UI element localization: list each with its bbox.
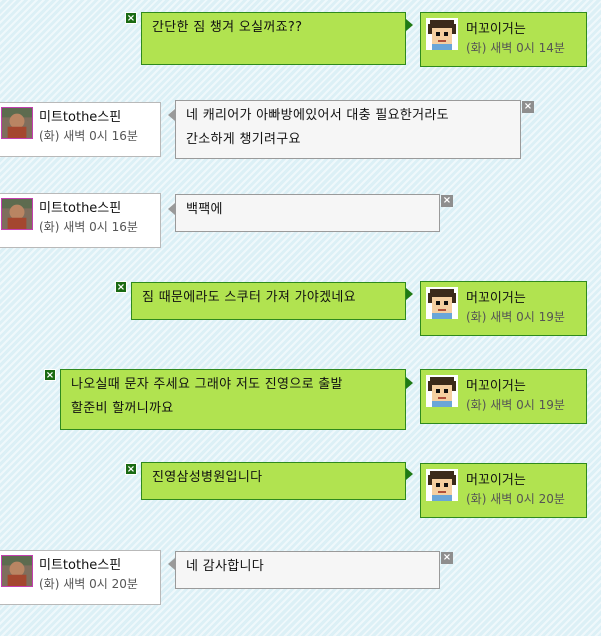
message-text-line: 간단한 짐 챙겨 오실꺼죠?? [152, 20, 303, 35]
sender-name[interactable]: 머꼬이거는 [466, 469, 526, 488]
message-timestamp: (화) 새벽 0시 16분 [39, 129, 138, 143]
message-timestamp: (화) 새벽 0시 14분 [466, 41, 565, 55]
message-bubble: 백팩에 [175, 194, 440, 232]
sender-name[interactable]: 미트tothe스핀 [39, 106, 121, 125]
sender-profile-card: 미트tothe스핀 (화) 새벽 0시 16분 [0, 193, 161, 248]
pixel-boy-avatar-icon [426, 18, 458, 50]
pixel-boy-avatar-icon [426, 469, 458, 501]
sender-profile-card: 미트tothe스핀 (화) 새벽 0시 20분 [0, 550, 161, 605]
sender-name[interactable]: 머꼬이거는 [466, 18, 526, 37]
message-timestamp: (화) 새벽 0시 16분 [39, 220, 138, 234]
sender-profile-card: 머꼬이거는 (화) 새벽 0시 19분 [420, 369, 587, 424]
message-timestamp: (화) 새벽 0시 20분 [466, 492, 565, 506]
sender-profile-card: 머꼬이거는 (화) 새벽 0시 20분 [420, 463, 587, 518]
photo-avatar-icon [1, 555, 33, 587]
message-timestamp: (화) 새벽 0시 19분 [466, 310, 565, 324]
message-text-line: 네 캐리어가 아빠방에있어서 대충 필요한거라도 [186, 108, 449, 123]
bubble-tail [406, 468, 413, 480]
delete-message-icon[interactable]: × [115, 281, 127, 293]
sender-name[interactable]: 미트tothe스핀 [39, 197, 121, 216]
delete-message-icon[interactable]: × [44, 369, 56, 381]
pixel-boy-avatar-icon [426, 375, 458, 407]
message-bubble: 진영삼성병원입니다 [141, 462, 406, 500]
sender-profile-card: 머꼬이거는 (화) 새벽 0시 19분 [420, 281, 587, 336]
pixel-boy-avatar-icon [426, 287, 458, 319]
sender-profile-card: 머꼬이거는 (화) 새벽 0시 14분 [420, 12, 587, 67]
message-bubble: 간단한 짐 챙겨 오실꺼죠?? [141, 12, 406, 65]
photo-avatar-icon [1, 198, 33, 230]
message-text-line: 짐 때문에라도 스쿠터 가져 가야겠네요 [142, 290, 356, 305]
delete-message-icon[interactable]: × [125, 12, 137, 24]
delete-message-icon[interactable]: × [125, 463, 137, 475]
message-text-line: 할준비 할꺼니까요 [71, 401, 174, 416]
delete-message-icon[interactable]: × [441, 552, 453, 564]
message-bubble: 짐 때문에라도 스쿠터 가져 가야겠네요 [131, 282, 406, 320]
sender-profile-card: 미트tothe스핀 (화) 새벽 0시 16분 [0, 102, 161, 157]
bubble-tail [168, 203, 175, 215]
message-bubble: 네 캐리어가 아빠방에있어서 대충 필요한거라도 간소하게 챙기려구요 [175, 100, 521, 159]
message-text-line: 백팩에 [186, 202, 223, 217]
bubble-tail [406, 377, 413, 389]
photo-avatar-icon [1, 107, 33, 139]
message-timestamp: (화) 새벽 0시 19분 [466, 398, 565, 412]
bubble-tail [168, 558, 175, 570]
message-bubble: 나오실때 문자 주세요 그래야 저도 진영으로 출발 할준비 할꺼니까요 [60, 369, 406, 430]
bubble-tail [406, 288, 413, 300]
message-bubble: 네 감사합니다 [175, 551, 440, 589]
delete-message-icon[interactable]: × [441, 195, 453, 207]
delete-message-icon[interactable]: × [522, 101, 534, 113]
message-text-line: 네 감사합니다 [186, 559, 264, 574]
sender-name[interactable]: 머꼬이거는 [466, 375, 526, 394]
sender-name[interactable]: 머꼬이거는 [466, 287, 526, 306]
message-text-line: 나오실때 문자 주세요 그래야 저도 진영으로 출발 [71, 377, 343, 392]
message-text-line: 간소하게 챙기려구요 [186, 132, 301, 147]
message-text-line: 진영삼성병원입니다 [152, 470, 263, 485]
message-timestamp: (화) 새벽 0시 20분 [39, 577, 138, 591]
sender-name[interactable]: 미트tothe스핀 [39, 554, 121, 573]
bubble-tail [406, 19, 413, 31]
bubble-tail [168, 109, 175, 121]
